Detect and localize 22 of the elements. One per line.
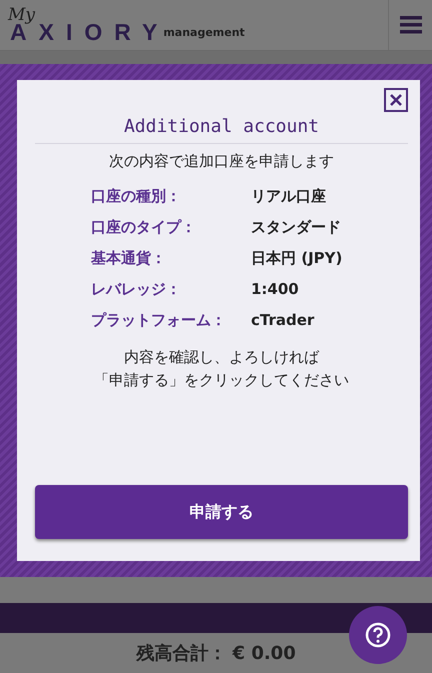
field-value: スタンダード bbox=[251, 218, 342, 237]
note-text: 「申請する」をクリックしてください bbox=[94, 371, 349, 390]
field-label: プラットフォーム： bbox=[91, 311, 227, 330]
help-icon bbox=[365, 622, 391, 648]
close-icon bbox=[389, 93, 403, 107]
intro-text: 次の内容で追加口座を申請します bbox=[108, 152, 335, 171]
modal-title: Additional account bbox=[35, 116, 408, 144]
field-label: 口座のタイプ： bbox=[91, 218, 197, 237]
field-value: cTrader bbox=[251, 311, 316, 330]
field-label: 口座の種別： bbox=[91, 187, 182, 206]
field-label: 基本通貨： bbox=[91, 249, 167, 268]
logo-subtitle: management bbox=[163, 26, 245, 39]
submit-button[interactable]: 申請する bbox=[35, 485, 408, 539]
note-text: 内容を確認し、よろしければ bbox=[124, 348, 319, 367]
field-label: レバレッジ： bbox=[91, 280, 182, 299]
logo-script: My bbox=[8, 5, 36, 25]
field-value: 日本円 (JPY) bbox=[251, 249, 344, 268]
close-button[interactable] bbox=[384, 88, 408, 112]
balance-total: 残高合計： € 0.00 bbox=[136, 642, 296, 665]
field-value: 1:400 bbox=[251, 280, 300, 299]
field-value: リアル口座 bbox=[251, 187, 327, 206]
menu-icon bbox=[400, 16, 422, 34]
